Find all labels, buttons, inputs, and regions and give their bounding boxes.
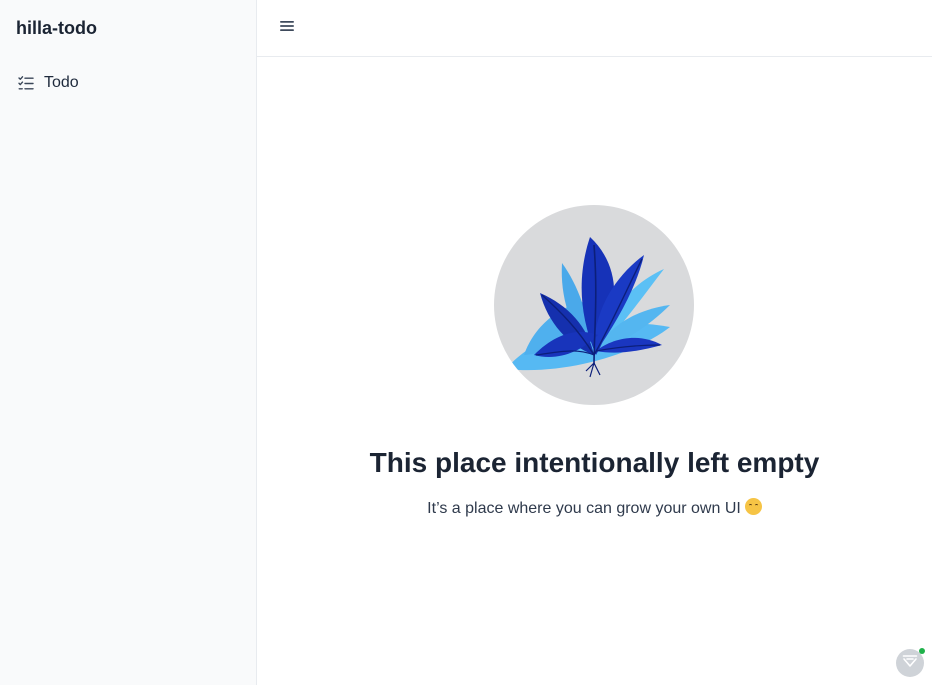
empty-state-title: This place intentionally left empty bbox=[369, 447, 820, 478]
navbar bbox=[257, 0, 932, 57]
sidebar: hilla-todo Todo bbox=[0, 0, 257, 685]
menu-icon bbox=[279, 19, 295, 38]
sidebar-item-label: Todo bbox=[44, 74, 79, 91]
main-content: This place intentionally left empty It’s… bbox=[257, 57, 932, 685]
plant-icon bbox=[494, 205, 694, 405]
vaadin-devtools-icon bbox=[902, 654, 918, 673]
side-nav: Todo bbox=[8, 66, 248, 100]
sidebar-item-todo[interactable]: Todo bbox=[8, 66, 248, 100]
checklist-icon bbox=[16, 73, 36, 93]
hugging-face-emoji-icon bbox=[744, 498, 762, 515]
menu-toggle-button[interactable] bbox=[275, 16, 299, 40]
empty-state-subtitle-text: It’s a place where you can grow your own… bbox=[427, 500, 741, 517]
app-root: hilla-todo Todo This place intentionally… bbox=[0, 0, 932, 685]
devtools-status-dot bbox=[919, 648, 925, 654]
app-title: hilla-todo bbox=[16, 18, 97, 38]
empty-state-subtitle: It’s a place where you can grow your own… bbox=[257, 498, 932, 520]
